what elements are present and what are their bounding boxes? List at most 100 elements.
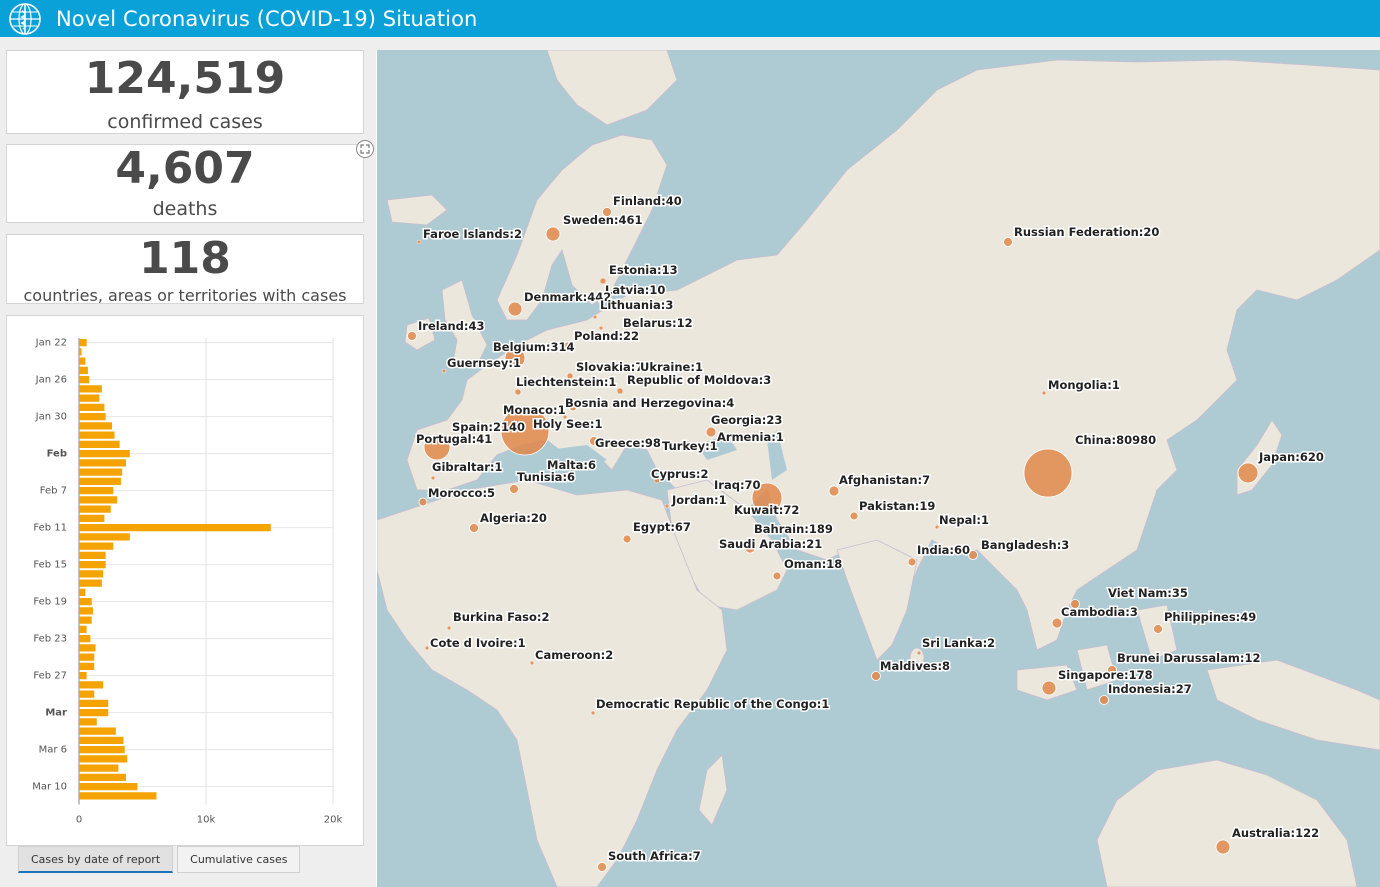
world-map[interactable]: Finland:40 Sweden:461 Faroe Islands:2 Russi… bbox=[377, 50, 1380, 887]
case-marker[interactable] bbox=[616, 387, 624, 395]
bar[interactable] bbox=[79, 551, 106, 559]
bar[interactable] bbox=[79, 746, 125, 754]
case-marker[interactable] bbox=[1023, 448, 1073, 498]
bar[interactable] bbox=[79, 496, 118, 504]
case-marker[interactable] bbox=[424, 645, 430, 651]
bar[interactable] bbox=[79, 718, 97, 726]
tab-cumulative-cases[interactable]: Cumulative cases bbox=[177, 846, 301, 873]
case-marker[interactable] bbox=[597, 862, 607, 872]
case-marker[interactable] bbox=[1041, 680, 1057, 696]
case-marker[interactable] bbox=[469, 523, 479, 533]
case-marker[interactable] bbox=[418, 497, 428, 507]
bar[interactable] bbox=[79, 792, 157, 800]
case-marker[interactable] bbox=[590, 710, 596, 716]
case-marker[interactable] bbox=[545, 226, 561, 242]
bar[interactable] bbox=[79, 357, 86, 365]
bar[interactable] bbox=[79, 764, 119, 772]
bar[interactable] bbox=[79, 533, 130, 541]
map-canvas[interactable]: Finland:40 Sweden:461 Faroe Islands:2 Russi… bbox=[377, 50, 1380, 887]
bar[interactable] bbox=[79, 385, 102, 393]
bar[interactable] bbox=[79, 616, 92, 624]
case-marker[interactable] bbox=[1003, 237, 1013, 247]
expand-icon[interactable] bbox=[356, 140, 374, 158]
bar[interactable] bbox=[79, 672, 87, 680]
bar[interactable] bbox=[79, 366, 88, 374]
country-case-label: Sri Lanka:2 bbox=[922, 636, 995, 650]
bar[interactable] bbox=[79, 727, 116, 735]
bar[interactable] bbox=[79, 736, 124, 744]
bar[interactable] bbox=[79, 524, 271, 532]
bar[interactable] bbox=[79, 598, 92, 606]
case-marker[interactable] bbox=[828, 485, 840, 497]
case-marker[interactable] bbox=[622, 534, 632, 544]
bar[interactable] bbox=[79, 422, 113, 430]
case-marker[interactable] bbox=[446, 625, 452, 631]
bar[interactable] bbox=[79, 644, 96, 652]
country-case-label: Finland:40 bbox=[613, 194, 682, 208]
bar[interactable] bbox=[79, 514, 105, 522]
case-marker[interactable] bbox=[1051, 617, 1063, 629]
bar[interactable] bbox=[79, 468, 123, 476]
bar[interactable] bbox=[79, 579, 102, 587]
bar[interactable] bbox=[79, 662, 95, 670]
case-marker[interactable] bbox=[416, 239, 422, 245]
bar[interactable] bbox=[79, 403, 105, 411]
bar[interactable] bbox=[79, 376, 90, 384]
bar[interactable] bbox=[79, 635, 91, 643]
bar[interactable] bbox=[79, 699, 109, 707]
bar[interactable] bbox=[79, 348, 82, 356]
bar[interactable] bbox=[79, 607, 93, 615]
bar[interactable] bbox=[79, 783, 138, 791]
country-case-label: Afghanistan:7 bbox=[839, 473, 930, 487]
y-tick-label: Feb 23 bbox=[33, 634, 67, 645]
country-case-label: Saudi Arabia:21 bbox=[719, 537, 822, 551]
bar[interactable] bbox=[79, 755, 128, 763]
case-marker[interactable] bbox=[664, 503, 670, 509]
bar[interactable] bbox=[79, 653, 95, 661]
country-case-label: Cameroon:2 bbox=[535, 648, 613, 662]
case-marker[interactable] bbox=[509, 484, 519, 494]
case-marker[interactable] bbox=[1041, 390, 1047, 396]
case-marker[interactable] bbox=[705, 426, 717, 438]
bar[interactable] bbox=[79, 561, 106, 569]
case-marker[interactable] bbox=[1237, 462, 1259, 484]
country-case-label: Pakistan:19 bbox=[859, 499, 935, 513]
bar[interactable] bbox=[79, 431, 115, 439]
bar[interactable] bbox=[79, 542, 114, 550]
case-marker[interactable] bbox=[1215, 839, 1231, 855]
bar[interactable] bbox=[79, 487, 114, 495]
case-marker[interactable] bbox=[592, 314, 598, 320]
bar[interactable] bbox=[79, 459, 126, 467]
bar[interactable] bbox=[79, 570, 104, 578]
bar[interactable] bbox=[79, 477, 121, 485]
country-case-label: Maldives:8 bbox=[880, 659, 950, 673]
case-marker[interactable] bbox=[407, 331, 417, 341]
bar[interactable] bbox=[79, 681, 104, 689]
bar[interactable] bbox=[79, 505, 111, 513]
bar[interactable] bbox=[79, 625, 87, 633]
case-marker[interactable] bbox=[507, 301, 523, 317]
bar[interactable] bbox=[79, 709, 109, 717]
case-marker[interactable] bbox=[441, 368, 447, 374]
y-tick-label: Feb 11 bbox=[33, 523, 67, 534]
country-case-label: Viet Nam:35 bbox=[1108, 586, 1188, 600]
bar[interactable] bbox=[79, 690, 95, 698]
case-marker[interactable] bbox=[849, 511, 859, 521]
bar[interactable] bbox=[79, 394, 100, 402]
bar[interactable] bbox=[79, 413, 106, 421]
bar[interactable] bbox=[79, 588, 86, 596]
case-marker[interactable] bbox=[916, 650, 922, 656]
case-marker[interactable] bbox=[1153, 624, 1163, 634]
bar[interactable] bbox=[79, 440, 120, 448]
case-marker[interactable] bbox=[529, 660, 535, 666]
bar[interactable] bbox=[79, 339, 87, 347]
case-marker[interactable] bbox=[772, 571, 782, 581]
case-marker[interactable] bbox=[1099, 695, 1109, 705]
country-case-label: Tunisia:6 bbox=[517, 470, 575, 484]
bar[interactable] bbox=[79, 450, 130, 458]
tab-cases-by-date[interactable]: Cases by date of report bbox=[18, 846, 174, 873]
bar[interactable] bbox=[79, 773, 126, 781]
case-marker[interactable] bbox=[430, 475, 436, 481]
case-marker[interactable] bbox=[514, 388, 522, 396]
case-marker[interactable] bbox=[907, 557, 917, 567]
